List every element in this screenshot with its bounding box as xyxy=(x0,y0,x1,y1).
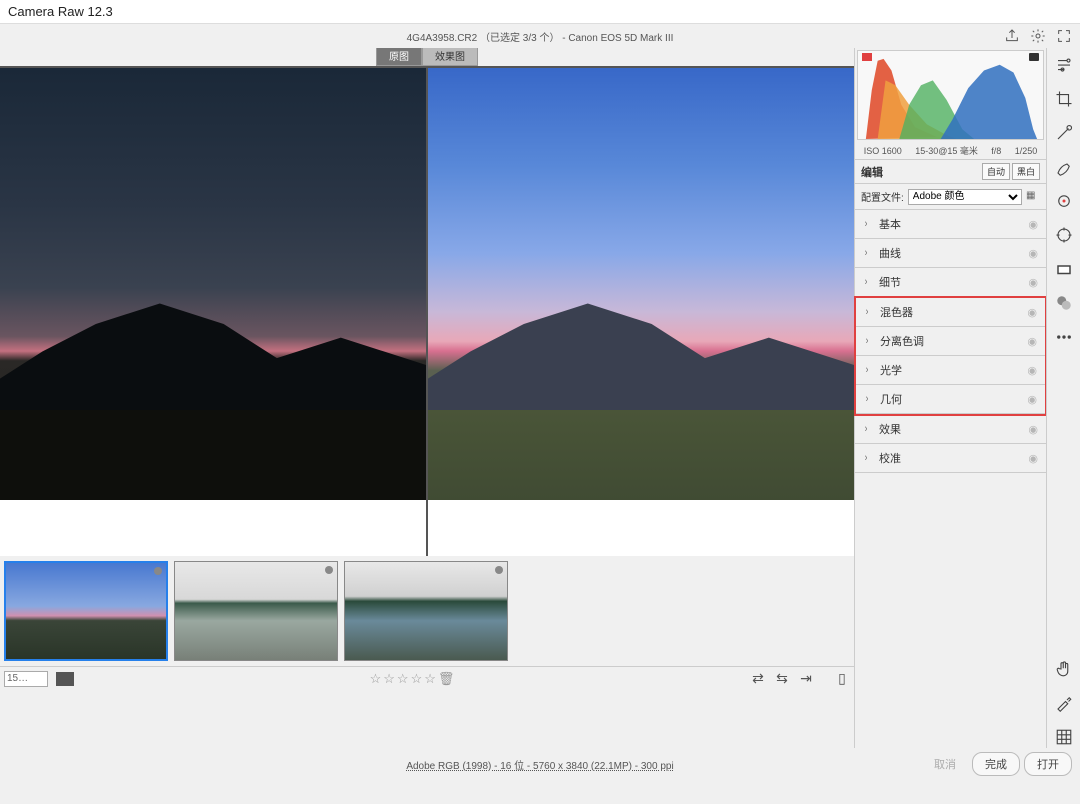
filmstrip xyxy=(0,556,854,666)
exif-shutter: 1/250 xyxy=(1015,146,1038,156)
star-1-icon[interactable]: ☆ xyxy=(370,671,382,687)
exif-row: ISO 1600 15-30@15 毫米 f/8 1/250 xyxy=(855,142,1046,160)
chevron-right-icon: › xyxy=(865,247,873,259)
redeye-tool-icon[interactable] xyxy=(1053,190,1075,212)
visibility-icon[interactable]: ◉ xyxy=(1027,306,1037,319)
tab-before[interactable]: 原图 xyxy=(376,45,422,66)
star-4-icon[interactable]: ☆ xyxy=(411,671,423,687)
profile-browser-icon[interactable]: ▦ xyxy=(1026,190,1040,204)
hand-tool-icon[interactable] xyxy=(1053,658,1075,680)
star-3-icon[interactable]: ☆ xyxy=(397,671,409,687)
crop-tool-icon[interactable] xyxy=(1053,88,1075,110)
section-color-mixer[interactable]: ›混色器◉ xyxy=(856,298,1045,327)
section-effects[interactable]: ›效果◉ xyxy=(855,415,1046,444)
visibility-icon[interactable]: ◉ xyxy=(1028,247,1038,260)
file-info-bar: 4G4A3958.CR2 （已选定 3/3 个） - Canon EOS 5D … xyxy=(0,24,1080,48)
after-image xyxy=(428,68,854,556)
visibility-icon[interactable]: ◉ xyxy=(1027,364,1037,377)
export-icon[interactable] xyxy=(1004,28,1020,44)
visibility-icon[interactable]: ◉ xyxy=(1028,423,1038,436)
before-image xyxy=(0,68,426,556)
copy-settings-icon[interactable]: ⇥ xyxy=(798,671,814,687)
edit-tool-icon[interactable] xyxy=(1053,54,1075,76)
visibility-icon[interactable]: ◉ xyxy=(1027,335,1037,348)
chevron-right-icon: › xyxy=(866,364,874,376)
bottom-bar: 15… ☆ ☆ ☆ ☆ ☆ 🗑 ⇄ ⇆ ⇥ ▯ xyxy=(0,666,854,690)
profile-label: 配置文件: xyxy=(861,189,904,204)
section-calibration[interactable]: ›校准◉ xyxy=(855,444,1046,473)
star-2-icon[interactable]: ☆ xyxy=(383,671,395,687)
section-optics[interactable]: ›光学◉ xyxy=(856,356,1045,385)
rating-stars[interactable]: ☆ ☆ ☆ ☆ ☆ 🗑 xyxy=(82,671,742,687)
exif-aperture: f/8 xyxy=(991,146,1001,156)
visibility-icon[interactable]: ◉ xyxy=(1028,452,1038,465)
section-detail[interactable]: ›细节◉ xyxy=(855,268,1046,297)
compare-cycle-icon[interactable]: ⇄ xyxy=(750,671,766,687)
histogram[interactable] xyxy=(857,50,1044,140)
image-meta-link[interactable]: Adobe RGB (1998) - 16 位 - 5760 x 3840 (2… xyxy=(406,757,673,772)
auto-button[interactable]: 自动 xyxy=(982,163,1010,180)
chevron-right-icon: › xyxy=(865,452,873,464)
open-button[interactable]: 打开 xyxy=(1024,752,1072,776)
visibility-icon[interactable]: ◉ xyxy=(1028,276,1038,289)
chevron-right-icon: › xyxy=(866,306,874,318)
done-button[interactable]: 完成 xyxy=(972,752,1020,776)
thumbnail-2[interactable] xyxy=(174,561,338,661)
exif-focal: 15-30@15 毫米 xyxy=(915,144,978,157)
visibility-icon[interactable]: ◉ xyxy=(1028,218,1038,231)
highlight-clip-icon[interactable] xyxy=(1029,53,1039,61)
exif-iso: ISO 1600 xyxy=(864,146,902,156)
cancel-button[interactable]: 取消 xyxy=(922,752,968,776)
star-5-icon[interactable]: ☆ xyxy=(424,671,436,687)
section-split-tone[interactable]: ›分离色调◉ xyxy=(856,327,1045,356)
local-adjust-brush-icon[interactable] xyxy=(1053,156,1075,178)
right-panel: ISO 1600 15-30@15 毫米 f/8 1/250 编辑 自动 黑白 … xyxy=(854,48,1046,748)
chevron-right-icon: › xyxy=(865,276,873,288)
compare-tabs: 原图 效果图 xyxy=(0,48,854,66)
grid-view-icon[interactable] xyxy=(56,672,74,686)
chevron-right-icon: › xyxy=(866,393,874,405)
section-basic[interactable]: ›基本◉ xyxy=(855,210,1046,239)
trash-icon[interactable]: 🗑 xyxy=(438,671,455,687)
tab-after[interactable]: 效果图 xyxy=(422,45,478,66)
preview-area: 原图 效果图 15… xyxy=(0,48,854,748)
profile-select[interactable]: Adobe 颜色 xyxy=(908,189,1022,205)
bw-button[interactable]: 黑白 xyxy=(1012,163,1040,180)
edit-title: 编辑 xyxy=(861,164,883,180)
toggle-panel-icon[interactable]: ▯ xyxy=(834,671,850,687)
grid-toggle-icon[interactable] xyxy=(1053,726,1075,748)
more-icon[interactable] xyxy=(1053,326,1075,348)
image-compare-view[interactable] xyxy=(0,66,854,556)
zoom-control[interactable]: 15… xyxy=(4,671,48,687)
presets-icon[interactable] xyxy=(1053,292,1075,314)
snapshot-icon[interactable] xyxy=(1053,258,1075,280)
settings-gear-icon[interactable] xyxy=(1030,28,1046,44)
highlighted-group: ›混色器◉ ›分离色调◉ ›光学◉ ›几何◉ xyxy=(854,296,1047,416)
chevron-right-icon: › xyxy=(865,218,873,230)
chevron-right-icon: › xyxy=(866,335,874,347)
section-curve[interactable]: ›曲线◉ xyxy=(855,239,1046,268)
heal-brush-icon[interactable] xyxy=(1053,122,1075,144)
color-sampler-icon[interactable] xyxy=(1053,692,1075,714)
visibility-icon[interactable]: ◉ xyxy=(1027,393,1037,406)
fullscreen-icon[interactable] xyxy=(1056,28,1072,44)
footer: Adobe RGB (1998) - 16 位 - 5760 x 3840 (2… xyxy=(0,748,1080,780)
swap-icon[interactable]: ⇆ xyxy=(774,671,790,687)
edit-header: 编辑 自动 黑白 xyxy=(855,160,1046,184)
section-geometry[interactable]: ›几何◉ xyxy=(856,385,1045,414)
thumbnail-1[interactable] xyxy=(4,561,168,661)
tool-strip xyxy=(1046,48,1080,748)
app-title: Camera Raw 12.3 xyxy=(8,4,113,19)
file-info-text: 4G4A3958.CR2 （已选定 3/3 个） - Canon EOS 5D … xyxy=(407,29,674,44)
title-bar: Camera Raw 12.3 xyxy=(0,0,1080,24)
thumbnail-3[interactable] xyxy=(344,561,508,661)
profile-row: 配置文件: Adobe 颜色 ▦ xyxy=(855,184,1046,210)
chevron-right-icon: › xyxy=(865,423,873,435)
shadow-clip-icon[interactable] xyxy=(862,53,872,61)
target-adjust-icon[interactable] xyxy=(1053,224,1075,246)
